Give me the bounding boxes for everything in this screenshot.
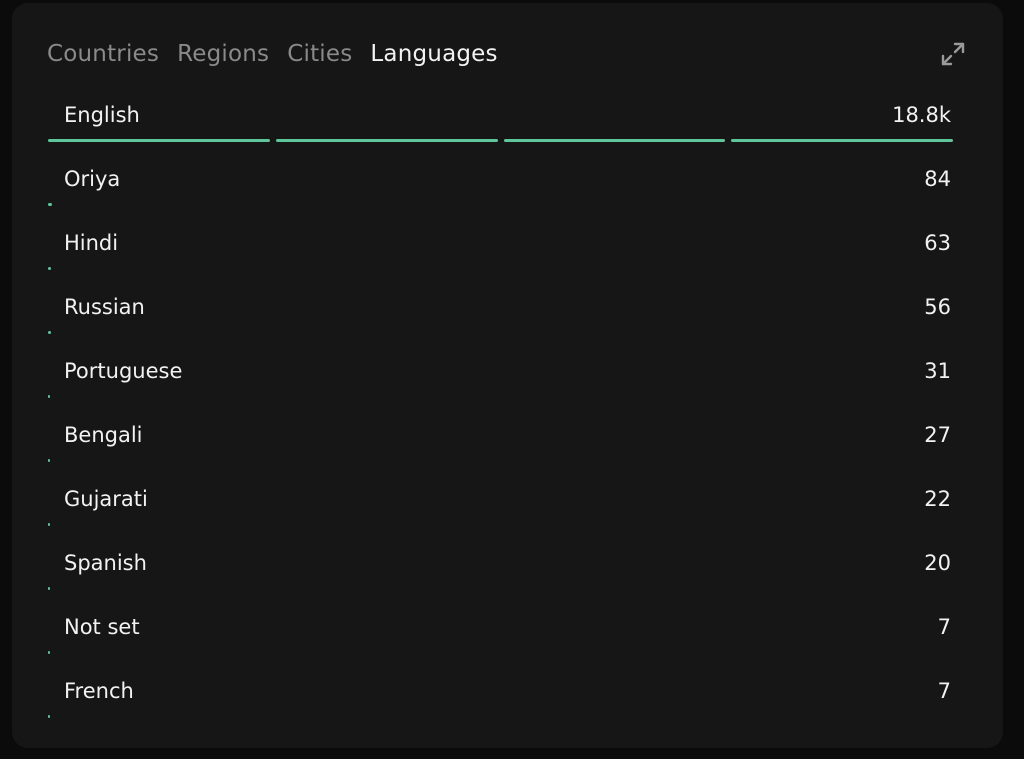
tab-bar: Countries Regions Cities Languages [47, 39, 498, 69]
proportion-bar [48, 523, 953, 526]
language-row[interactable]: English 18.8k [48, 85, 953, 149]
language-list: English 18.8k Oriya 84 Hindi 63 Russian 56 Portu… [48, 85, 953, 725]
proportion-bar-segment [48, 267, 52, 270]
expand-icon[interactable] [940, 41, 966, 67]
language-label: Spanish [64, 551, 147, 575]
language-row[interactable]: Hindi 63 [48, 213, 953, 277]
proportion-bar [48, 587, 953, 590]
language-label: Not set [64, 615, 140, 639]
proportion-bar [48, 395, 953, 398]
proportion-bar-segment [275, 139, 498, 142]
language-row[interactable]: Bengali 27 [48, 405, 953, 469]
proportion-bar [48, 651, 953, 654]
proportion-bar [48, 267, 953, 270]
language-row[interactable]: Portuguese 31 [48, 341, 953, 405]
language-row[interactable]: Gujarati 22 [48, 469, 953, 533]
language-count: 63 [924, 231, 951, 255]
proportion-bar-segment [503, 139, 726, 142]
proportion-bar-segment [48, 715, 50, 718]
language-row[interactable]: French 7 [48, 661, 953, 725]
language-label: French [64, 679, 134, 703]
proportion-bar-segment [48, 139, 270, 142]
language-count: 18.8k [892, 103, 951, 127]
proportion-bar-segment [48, 651, 50, 654]
language-label: English [64, 103, 140, 127]
proportion-bar [48, 331, 953, 334]
language-label: Oriya [64, 167, 121, 191]
proportion-bar [48, 715, 953, 718]
language-label: Gujarati [64, 487, 148, 511]
language-row[interactable]: Spanish 20 [48, 533, 953, 597]
languages-panel: Countries Regions Cities Languages Engli… [12, 3, 1003, 748]
language-count: 7 [937, 615, 951, 639]
language-label: Russian [64, 295, 145, 319]
language-label: Portuguese [64, 359, 183, 383]
language-count: 7 [937, 679, 951, 703]
proportion-bar [48, 459, 953, 462]
proportion-bar [48, 203, 953, 206]
language-count: 27 [924, 423, 951, 447]
proportion-bar-segment [48, 459, 50, 462]
tab-cities[interactable]: Cities [287, 39, 352, 69]
language-count: 22 [924, 487, 951, 511]
proportion-bar [48, 139, 953, 142]
proportion-bar-segment [48, 587, 50, 590]
proportion-bar-segment [48, 395, 50, 398]
language-count: 31 [924, 359, 951, 383]
language-row[interactable]: Not set 7 [48, 597, 953, 661]
tab-languages[interactable]: Languages [370, 39, 497, 69]
language-label: Hindi [64, 231, 119, 255]
language-count: 56 [924, 295, 951, 319]
language-label: Bengali [64, 423, 143, 447]
tab-countries[interactable]: Countries [47, 39, 159, 69]
proportion-bar-segment [48, 523, 50, 526]
language-row[interactable]: Oriya 84 [48, 149, 953, 213]
language-count: 20 [924, 551, 951, 575]
proportion-bar-segment [48, 331, 51, 334]
language-row[interactable]: Russian 56 [48, 277, 953, 341]
proportion-bar-segment [731, 139, 953, 142]
tab-regions[interactable]: Regions [177, 39, 269, 69]
language-count: 84 [924, 167, 951, 191]
proportion-bar-segment [48, 203, 53, 206]
